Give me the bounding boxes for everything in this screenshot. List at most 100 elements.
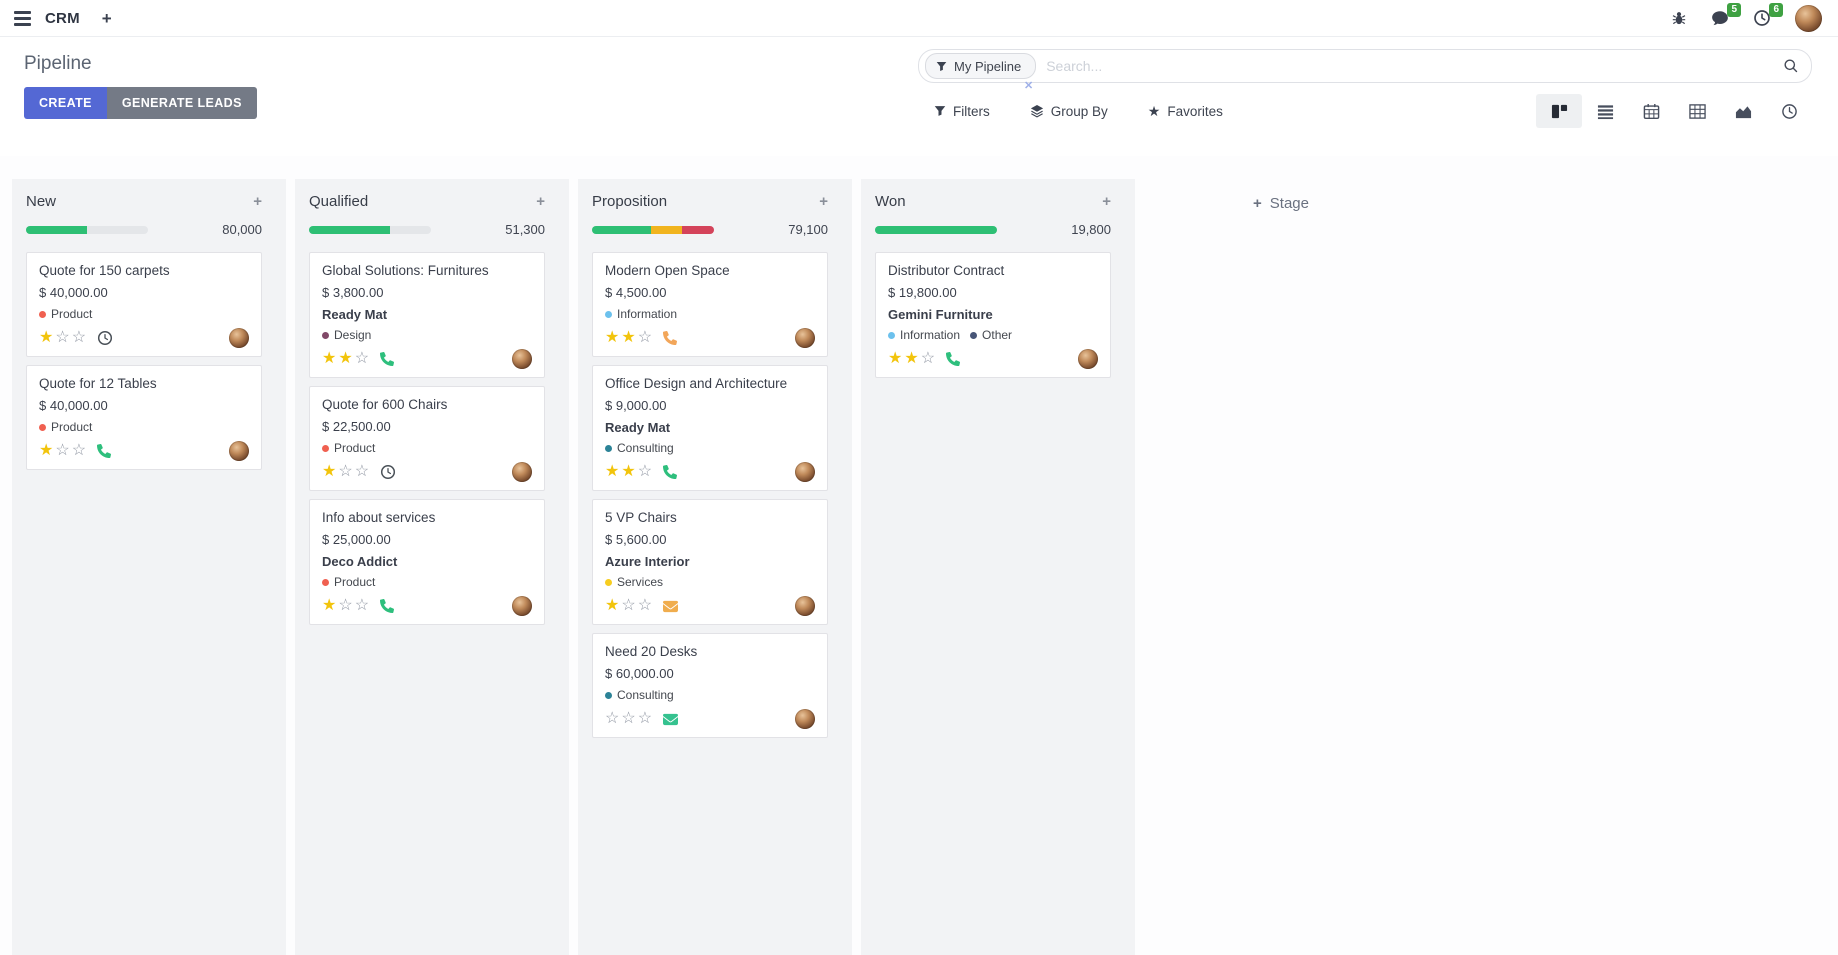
generate-leads-button[interactable]: GENERATE LEADS [107,87,257,119]
column-title[interactable]: New [26,193,56,210]
column-total: 80,000 [222,222,262,237]
priority-stars[interactable]: ★★☆ [605,464,654,480]
tag-label: Product [51,420,92,434]
search-icon[interactable] [1783,58,1799,74]
kanban-card[interactable]: Quote for 12 Tables $ 40,000.00 Product … [26,365,262,470]
kanban-card[interactable]: Modern Open Space $ 4,500.00 Information… [592,252,828,357]
debug-bug-icon[interactable] [1671,10,1687,26]
messages-count-badge: 5 [1727,3,1741,17]
phone-icon[interactable] [663,465,677,479]
view-pivot-button[interactable] [1674,94,1720,128]
assignee-avatar[interactable] [229,328,249,348]
search-bar[interactable]: My Pipeline ✕ [918,49,1812,83]
new-tab-icon[interactable]: + [102,10,112,27]
view-activity-button[interactable] [1766,94,1812,128]
tag-dot [322,332,329,339]
assignee-avatar[interactable] [795,462,815,482]
assignee-avatar[interactable] [512,462,532,482]
assignee-avatar[interactable] [795,596,815,616]
priority-stars[interactable]: ★★☆ [322,351,371,367]
clock-icon[interactable] [380,464,396,480]
apps-menu-icon[interactable] [14,11,31,26]
search-input[interactable] [1036,58,1783,74]
card-amount: $ 40,000.00 [39,398,249,413]
priority-stars[interactable]: ★☆☆ [605,598,654,614]
priority-stars[interactable]: ★★☆ [888,351,937,367]
tag-dot [605,445,612,452]
priority-stars[interactable]: ★☆☆ [322,598,371,614]
user-avatar[interactable] [1795,5,1822,32]
search-facet[interactable]: My Pipeline ✕ [925,53,1036,79]
assignee-avatar[interactable] [512,596,532,616]
card-tag: Information [605,307,677,321]
assignee-avatar[interactable] [1078,349,1098,369]
facet-remove-icon[interactable]: ✕ [1024,79,1033,92]
column-title[interactable]: Proposition [592,193,667,210]
column-progressbar[interactable] [875,226,997,234]
card-partner: Gemini Furniture [888,307,1098,322]
assignee-avatar[interactable] [795,709,815,729]
column-progressbar[interactable] [309,226,431,234]
phone-icon[interactable] [97,444,111,458]
group-by-button[interactable]: Group By [1030,104,1108,119]
phone-icon[interactable] [663,331,677,345]
priority-stars[interactable]: ★★☆ [605,330,654,346]
kanban-card[interactable]: Distributor Contract $ 19,800.00 Gemini … [875,252,1111,378]
messages-icon[interactable]: 5 [1711,9,1729,27]
priority-stars[interactable]: ★☆☆ [39,443,88,459]
assignee-avatar[interactable] [229,441,249,461]
kanban-card[interactable]: Need 20 Desks $ 60,000.00 Consulting ☆☆☆ [592,633,828,738]
phone-icon[interactable] [380,599,394,613]
column-progressbar[interactable] [26,226,148,234]
priority-stars[interactable]: ☆☆☆ [605,711,654,727]
card-amount: $ 25,000.00 [322,532,532,547]
kanban-card[interactable]: Info about services $ 25,000.00 Deco Add… [309,499,545,625]
card-tag: Product [322,441,375,455]
column-progressbar[interactable] [592,226,714,234]
activities-count-badge: 6 [1769,3,1783,17]
card-title: Office Design and Architecture [605,376,815,391]
crm-app: CRM + 5 6 Pipeline [0,0,1838,955]
kanban-card[interactable]: Office Design and Architecture $ 9,000.0… [592,365,828,491]
priority-stars[interactable]: ★☆☆ [322,464,371,480]
view-calendar-button[interactable] [1628,94,1674,128]
kanban-card[interactable]: Global Solutions: Furnitures $ 3,800.00 … [309,252,545,378]
kanban-board: New + 80,000 Quote for 150 carpets $ 40,… [0,156,1838,955]
mail-icon[interactable] [663,599,678,614]
add-stage-button[interactable]: + Stage [1253,195,1309,212]
assignee-avatar[interactable] [512,349,532,369]
view-kanban-button[interactable] [1536,94,1582,128]
column-total: 51,300 [505,222,545,237]
kanban-card[interactable]: Quote for 150 carpets $ 40,000.00 Produc… [26,252,262,357]
quick-create-icon[interactable]: + [819,194,828,209]
app-name[interactable]: CRM [45,10,80,27]
assignee-avatar[interactable] [795,328,815,348]
card-title: Global Solutions: Furnitures [322,263,532,278]
phone-icon[interactable] [380,352,394,366]
view-list-button[interactable] [1582,94,1628,128]
kanban-column-proposition: Proposition + 79,100 Modern Open Space $… [578,179,852,955]
view-graph-button[interactable] [1720,94,1766,128]
page-title: Pipeline [24,53,257,75]
tag-label: Design [334,328,371,342]
tag-label: Product [334,575,375,589]
kanban-card[interactable]: Quote for 600 Chairs $ 22,500.00 Product… [309,386,545,491]
phone-icon[interactable] [946,352,960,366]
kanban-card[interactable]: 5 VP Chairs $ 5,600.00 Azure Interior Se… [592,499,828,625]
column-title[interactable]: Qualified [309,193,368,210]
clock-icon[interactable] [97,330,113,346]
quick-create-icon[interactable]: + [536,194,545,209]
filter-funnel-icon [936,61,947,72]
mail-icon[interactable] [663,712,678,727]
quick-create-icon[interactable]: + [1102,194,1111,209]
favorites-button[interactable]: ★ Favorites [1148,104,1223,119]
kanban-column-qualified: Qualified + 51,300 Global Solutions: Fur… [295,179,569,955]
activities-clock-icon[interactable]: 6 [1753,9,1771,27]
quick-create-icon[interactable]: + [253,194,262,209]
tag-label: Services [617,575,663,589]
column-title[interactable]: Won [875,193,906,210]
create-button[interactable]: CREATE [24,87,107,119]
card-title: Need 20 Desks [605,644,815,659]
filters-button[interactable]: Filters [934,104,990,119]
priority-stars[interactable]: ★☆☆ [39,330,88,346]
